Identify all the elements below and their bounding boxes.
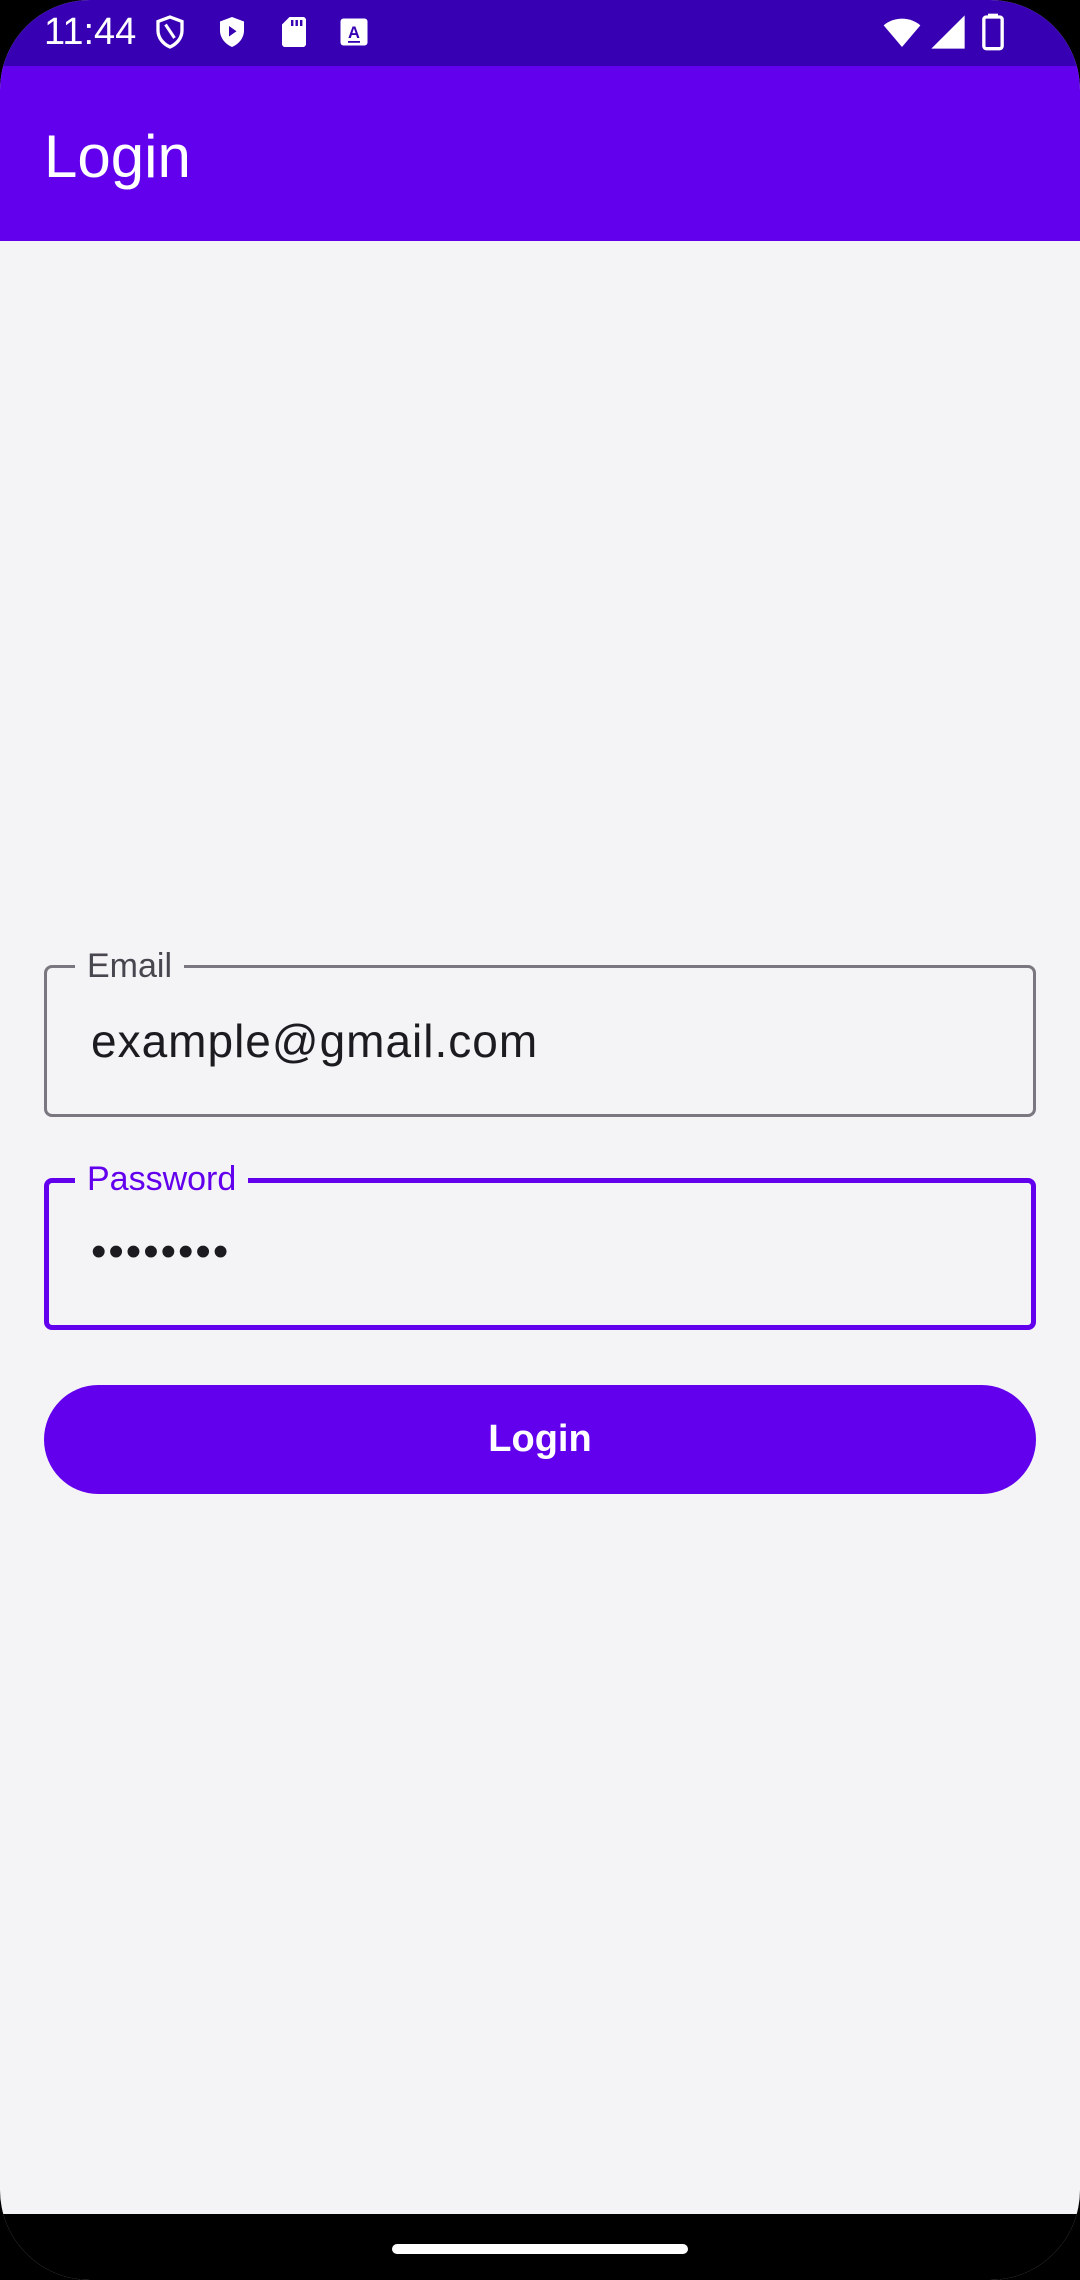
status-time: 11:44: [44, 11, 137, 53]
login-button[interactable]: Login: [44, 1385, 1036, 1494]
play-protect-icon: [214, 14, 250, 50]
password-field-label: Password: [75, 1159, 249, 1199]
cellular-signal-icon: [928, 12, 968, 52]
app-bar: Login: [0, 66, 1080, 241]
login-screen: 11:44 A Login Email example@gmail.com Pa…: [0, 0, 1080, 2280]
password-input[interactable]: ••••••••: [91, 1225, 991, 1279]
wifi-icon: [882, 12, 922, 52]
battery-icon: [978, 12, 1008, 52]
email-field-label: Email: [75, 946, 185, 986]
translate-a-icon: A: [336, 14, 372, 50]
email-field[interactable]: Email: [44, 946, 1036, 1117]
status-bar: 11:44 A: [0, 0, 1080, 66]
email-input[interactable]: [91, 1014, 991, 1068]
svg-text:A: A: [348, 24, 360, 42]
home-gesture-handle[interactable]: [392, 2244, 688, 2254]
app-bar-title: Login: [44, 123, 191, 190]
navigation-bar: [0, 2214, 1080, 2280]
shield-outline-icon: [152, 14, 188, 50]
password-field[interactable]: Password ••••••••: [44, 1159, 1036, 1330]
sd-card-icon: [276, 14, 312, 50]
